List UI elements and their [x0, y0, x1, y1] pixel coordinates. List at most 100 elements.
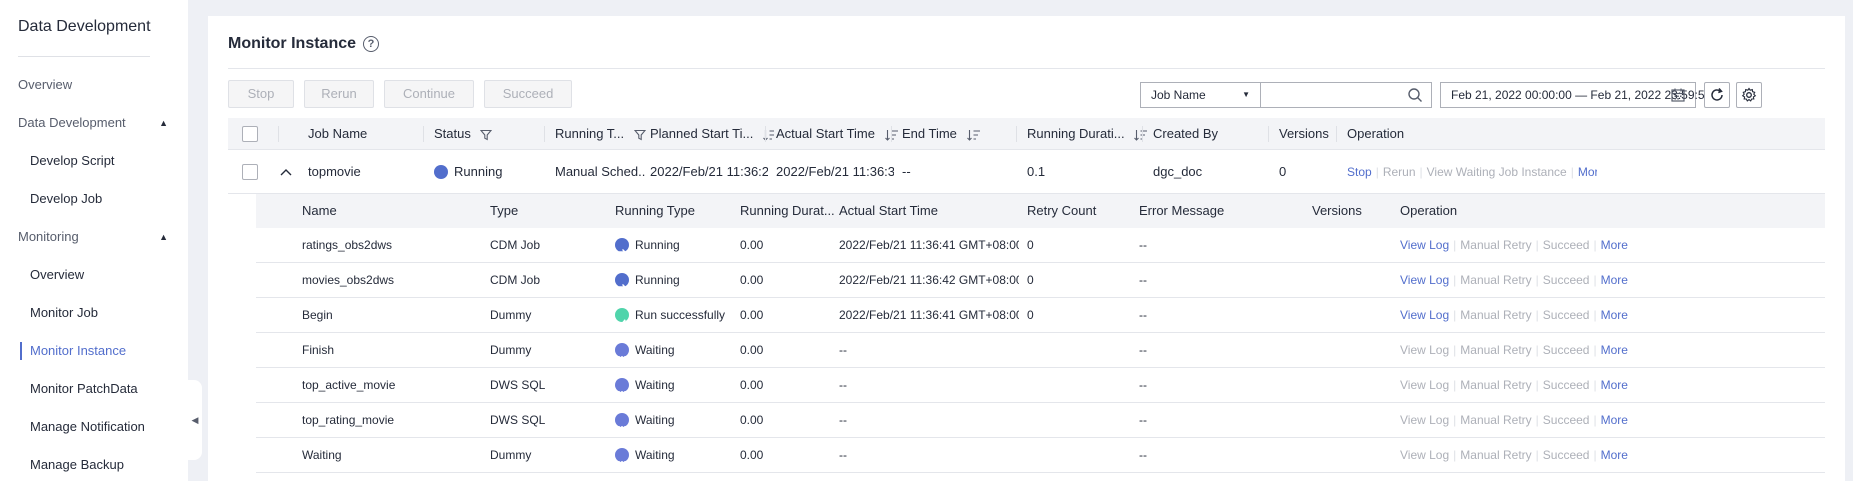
more-link[interactable]: More: [1601, 448, 1628, 462]
manual-retry-link[interactable]: Manual Retry: [1460, 413, 1531, 427]
more-link[interactable]: More: [1601, 238, 1628, 252]
sidebar-item[interactable]: Manage Backup: [0, 446, 188, 481]
view-waiting-link[interactable]: View Waiting Job Instance: [1427, 165, 1567, 179]
col-actual-start[interactable]: Actual Start Time: [776, 118, 900, 150]
job-operations: Stop | Rerun | View Waiting Job Instance | Mor…: [1347, 150, 1597, 194]
col-planned-start[interactable]: Planned Start Ti...: [650, 118, 774, 150]
help-icon[interactable]: ?: [363, 36, 379, 52]
col-running-type[interactable]: Running T...: [555, 118, 651, 150]
table-row[interactable]: Waiting Dummy 0.00 -- -- Waiting View Log | Manu…: [256, 438, 1825, 473]
table-row[interactable]: Begin Dummy 0.00 2022/Feb/21 11:36:41 GMT+0…: [256, 298, 1825, 333]
running-icon: [615, 272, 629, 290]
search-icon[interactable]: [1407, 87, 1423, 103]
filter-icon[interactable]: [633, 129, 646, 141]
more-link[interactable]: More: [1601, 343, 1628, 357]
stop-link[interactable]: Stop: [1347, 165, 1372, 179]
waiting-icon: [615, 342, 629, 358]
calendar-icon[interactable]: [1670, 87, 1686, 103]
table-row[interactable]: movies_obs2dws CDM Job 0.00 2022/Feb/21 11:…: [256, 263, 1825, 298]
table-row[interactable]: ratings_obs2dws CDM Job 0.00 2022/Feb/21 11…: [256, 228, 1825, 263]
sidebar-item[interactable]: Develop Script: [0, 142, 188, 180]
more-link[interactable]: More: [1601, 273, 1628, 287]
sidebar-item-label: Develop Script: [30, 153, 115, 168]
node-running-type: Running: [615, 263, 740, 298]
sidebar-item[interactable]: Develop Job: [0, 180, 188, 218]
node-actual-start: --: [839, 413, 847, 427]
sidebar-collapse-button[interactable]: ◀: [188, 380, 202, 460]
manual-retry-link[interactable]: Manual Retry: [1460, 238, 1531, 252]
col-end-time-label: End Time: [902, 126, 957, 141]
rerun-link[interactable]: Rerun: [1383, 165, 1416, 179]
manual-retry-link[interactable]: Manual Retry: [1460, 378, 1531, 392]
succeed-button[interactable]: Succeed: [484, 80, 572, 108]
col-end-time[interactable]: End Time: [902, 118, 1012, 150]
node-type: CDM Job: [490, 273, 541, 287]
table-row[interactable]: top_rating_movie DWS SQL 0.00 -- -- Waiting Vi…: [256, 403, 1825, 438]
table-row[interactable]: topmovie Running Manual Sched... 2022/Fe…: [228, 150, 1825, 194]
view-log-link[interactable]: View Log: [1400, 273, 1449, 287]
stop-button[interactable]: Stop: [228, 80, 294, 108]
sidebar-item[interactable]: Data Development ▲: [0, 104, 188, 142]
view-log-link[interactable]: View Log: [1400, 343, 1449, 357]
chevron-left-icon: ◀: [191, 414, 199, 425]
node-operations: View Log | Manual Retry | Succeed | More: [1400, 448, 1628, 462]
node-versions: [1312, 333, 1392, 368]
view-log-link[interactable]: View Log: [1400, 378, 1449, 392]
running-icon: [434, 164, 448, 187]
succeed-link[interactable]: Succeed: [1543, 343, 1590, 357]
node-error-message: --: [1139, 378, 1147, 392]
col-status[interactable]: Status: [434, 118, 544, 150]
sidebar-item[interactable]: Overview: [0, 256, 188, 294]
filter-icon[interactable]: [480, 129, 493, 141]
refresh-button[interactable]: [1704, 82, 1730, 108]
col-running-duration[interactable]: Running Durati...: [1027, 118, 1153, 150]
view-log-link[interactable]: View Log: [1400, 308, 1449, 322]
sidebar-item[interactable]: Manage Notification: [0, 408, 188, 446]
node-name: top_rating_movie: [302, 413, 395, 427]
sub-col-running-type: Running Type: [615, 203, 695, 218]
node-running-type: Waiting: [615, 403, 740, 438]
manual-retry-link[interactable]: Manual Retry: [1460, 273, 1531, 287]
view-log-link[interactable]: View Log: [1400, 413, 1449, 427]
job-actual-start: 2022/Feb/21 11:36:3...: [776, 164, 894, 179]
table-row[interactable]: top_active_movie DWS SQL 0.00 -- -- Waiting Vi…: [256, 368, 1825, 403]
table-row[interactable]: Finish Dummy 0.00 -- -- Waiting View Log | Manua…: [256, 333, 1825, 368]
succeed-link[interactable]: Succeed: [1543, 273, 1590, 287]
sub-col-error-message: Error Message: [1139, 203, 1225, 218]
date-range-picker[interactable]: Feb 21, 2022 00:00:00 — Feb 21, 2022 23:…: [1440, 82, 1711, 108]
sidebar-item[interactable]: Monitoring ▲: [0, 218, 188, 256]
manual-retry-link[interactable]: Manual Retry: [1460, 343, 1531, 357]
waiting-icon: [615, 377, 629, 393]
node-type: CDM Job: [490, 238, 541, 252]
manual-retry-link[interactable]: Manual Retry: [1460, 448, 1531, 462]
more-link[interactable]: More: [1601, 413, 1628, 427]
row-checkbox[interactable]: [242, 164, 258, 180]
view-log-link[interactable]: View Log: [1400, 448, 1449, 462]
sidebar-item-label: Manage Notification: [30, 419, 145, 434]
node-type: DWS SQL: [490, 378, 546, 392]
node-operations: View Log | Manual Retry | Succeed | More: [1400, 378, 1628, 392]
succeed-link[interactable]: Succeed: [1543, 413, 1590, 427]
chevron-up-icon[interactable]: [278, 164, 294, 180]
search-field-select[interactable]: Job Name ▼: [1140, 82, 1260, 108]
node-running-type: Waiting: [615, 368, 740, 403]
more-dropdown[interactable]: More ▼: [1578, 165, 1597, 179]
succeed-link[interactable]: Succeed: [1543, 378, 1590, 392]
succeed-link[interactable]: Succeed: [1543, 448, 1590, 462]
sidebar-item[interactable]: Monitor PatchData: [0, 370, 188, 408]
sub-col-versions: Versions: [1312, 203, 1362, 218]
view-log-link[interactable]: View Log: [1400, 238, 1449, 252]
more-link[interactable]: More: [1601, 378, 1628, 392]
sidebar-item[interactable]: Monitor Job: [0, 294, 188, 332]
succeed-link[interactable]: Succeed: [1543, 238, 1590, 252]
sort-icon[interactable]: [966, 129, 981, 141]
rerun-button[interactable]: Rerun: [304, 80, 374, 108]
sidebar-item[interactable]: Monitor Instance: [0, 332, 188, 370]
settings-button[interactable]: [1736, 82, 1762, 108]
continue-button[interactable]: Continue: [384, 80, 474, 108]
more-link[interactable]: More: [1601, 308, 1628, 322]
succeed-link[interactable]: Succeed: [1543, 308, 1590, 322]
sidebar-item[interactable]: Overview: [0, 66, 188, 104]
manual-retry-link[interactable]: Manual Retry: [1460, 308, 1531, 322]
select-all-checkbox[interactable]: [242, 126, 258, 142]
